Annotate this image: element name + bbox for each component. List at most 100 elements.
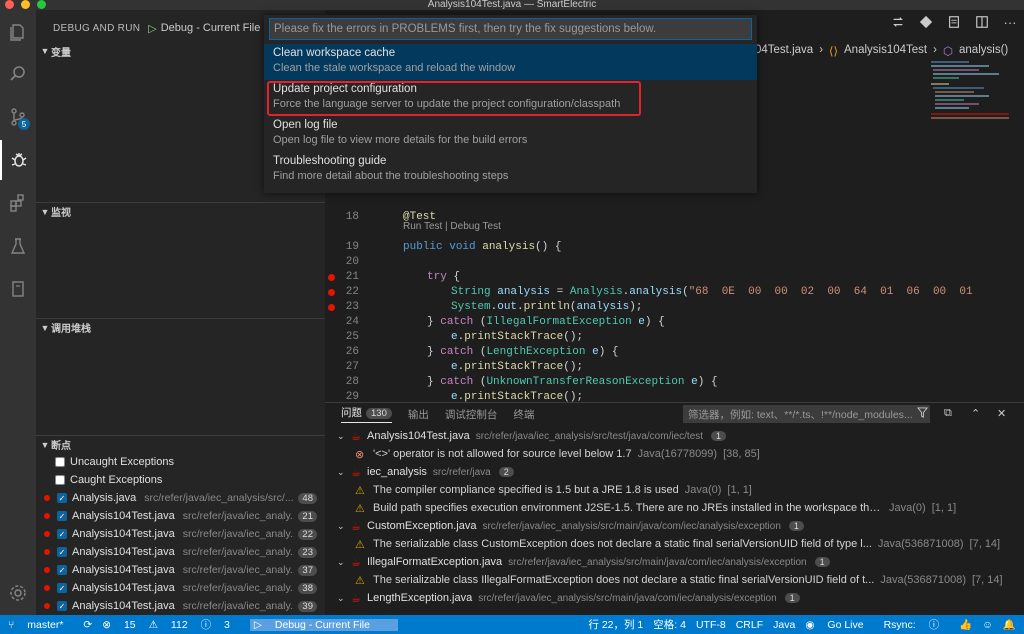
feedback-icon[interactable]: ☺ bbox=[982, 619, 993, 631]
breakpoint-caught[interactable]: Caught Exceptions bbox=[36, 471, 325, 489]
debug-config-select[interactable]: ▷ Debug - Current File ⌄ bbox=[148, 22, 272, 35]
minimize-window-icon[interactable] bbox=[21, 0, 30, 9]
section-watch[interactable]: ▼ 监视 bbox=[36, 202, 325, 220]
breakpoint-dot-icon[interactable] bbox=[328, 289, 335, 296]
tab-debug-console[interactable]: 调试控制台 bbox=[445, 407, 498, 422]
explorer-icon[interactable] bbox=[0, 12, 36, 52]
checkbox[interactable] bbox=[55, 475, 65, 485]
compare-icon[interactable] bbox=[890, 14, 906, 30]
encoding[interactable]: UTF-8 bbox=[696, 619, 726, 631]
checkbox[interactable]: ✓ bbox=[57, 601, 67, 611]
breadcrumb-file[interactable]: 04Test.java bbox=[755, 44, 813, 58]
minimap[interactable] bbox=[929, 60, 1014, 130]
breakpoint-item[interactable]: ✓ Analysis.java src/refer/java/iec_analysi… bbox=[36, 489, 325, 507]
problem-item[interactable]: ⊗ '<>' operator is not allowed for source… bbox=[325, 445, 1024, 463]
problem-item[interactable]: ⚠ The serializable class CustomException … bbox=[325, 535, 1024, 553]
breakpoint-item[interactable]: ✓ Analysis104Test.java src/refer/java/iec_… bbox=[36, 507, 325, 525]
checkbox[interactable]: ✓ bbox=[57, 565, 67, 575]
code-line[interactable]: 25 e.printStackTrace(); bbox=[325, 330, 925, 345]
breadcrumb-class[interactable]: Analysis104Test bbox=[844, 44, 927, 58]
code-line[interactable]: 24} catch (IllegalFormatException e) { bbox=[325, 315, 925, 330]
breadcrumb-method[interactable]: analysis() bbox=[959, 44, 1008, 58]
breakpoint-item[interactable]: ✓ Analysis104Test.java src/refer/java/iec_… bbox=[36, 525, 325, 543]
code-line[interactable]: 26} catch (LengthException e) { bbox=[325, 345, 925, 360]
rsync-status[interactable]: Rsync: ⓘ bbox=[884, 617, 950, 632]
collapse-all-icon[interactable]: ⧉ bbox=[944, 407, 952, 420]
checkbox[interactable]: ✓ bbox=[57, 547, 67, 557]
code-line[interactable]: 29 e.printStackTrace(); bbox=[325, 390, 925, 402]
code-line[interactable]: 21 try { bbox=[325, 270, 925, 285]
close-window-icon[interactable] bbox=[5, 0, 14, 9]
extensions-icon[interactable] bbox=[0, 183, 36, 223]
code-line[interactable]: 23 System.out.println(analysis); bbox=[325, 300, 925, 315]
breakpoint-dot-icon bbox=[44, 549, 50, 555]
breakpoint-item[interactable]: ✓ Analysis104Test.java src/refer/java/iec_… bbox=[36, 579, 325, 597]
code-line[interactable]: 27 e.printStackTrace(); bbox=[325, 360, 925, 375]
more-actions-icon[interactable]: ··· bbox=[1002, 14, 1018, 30]
problems-status[interactable]: ⊗ 15 ⚠ 112 ⓘ 3 bbox=[102, 617, 240, 632]
problem-item[interactable]: ⚠ Build path specifies execution environm… bbox=[325, 499, 1024, 517]
indentation[interactable]: 空格: 4 bbox=[653, 617, 686, 632]
git-diamond-icon[interactable] bbox=[918, 14, 934, 30]
bookmark-icon[interactable] bbox=[0, 269, 36, 309]
breakpoint-item[interactable]: ✓ Analysis104Test.java src/refer/java/iec_… bbox=[36, 561, 325, 579]
checkbox[interactable] bbox=[55, 457, 65, 467]
qp-open-log[interactable]: Open log file Open log file to view more… bbox=[264, 116, 757, 152]
filter-icon[interactable] bbox=[914, 407, 930, 421]
start-debug-icon[interactable]: ▷ bbox=[148, 22, 156, 35]
problems-filter-input[interactable]: 筛选器，例如: text、**/*.ts、!**/node_modules... bbox=[683, 405, 930, 423]
settings-gear-icon[interactable] bbox=[0, 573, 36, 613]
checkbox[interactable]: ✓ bbox=[57, 511, 67, 521]
language-mode[interactable]: Java bbox=[773, 619, 795, 631]
problem-item[interactable]: ⚠ The serializable class IllegalFormatExc… bbox=[325, 571, 1024, 589]
tab-problems[interactable]: 问题 130 bbox=[341, 405, 392, 423]
problem-file-group[interactable]: ⌄ ☕ LengthException.java src/refer/java/iec… bbox=[325, 589, 1024, 607]
breakpoint-uncaught[interactable]: Uncaught Exceptions bbox=[36, 453, 325, 471]
checkbox[interactable]: ✓ bbox=[57, 493, 67, 503]
qp-troubleshooting[interactable]: Troubleshooting guide Find more detail a… bbox=[264, 152, 757, 188]
code-line[interactable]: 20 bbox=[325, 255, 925, 270]
broadcast-icon: ◉ bbox=[805, 618, 815, 631]
sync-icon[interactable]: ⟳ bbox=[83, 619, 92, 631]
notifications-bell-icon[interactable]: 🔔 bbox=[1003, 618, 1016, 631]
code-line[interactable]: 28} catch (UnknownTransferReasonExceptio… bbox=[325, 375, 925, 390]
code-line[interactable]: 18 @Test bbox=[325, 210, 925, 225]
thumbs-up-icon[interactable]: 👍 bbox=[959, 618, 972, 631]
search-icon[interactable] bbox=[0, 54, 36, 94]
section-callstack[interactable]: ▼ 调用堆栈 bbox=[36, 318, 325, 336]
tab-terminal[interactable]: 终端 bbox=[513, 407, 534, 422]
problem-file-name: Analysis104Test.java bbox=[367, 430, 470, 442]
problem-file-group[interactable]: ⌄ ☕ Analysis104Test.java src/refer/java/iec… bbox=[325, 427, 1024, 445]
testing-flask-icon[interactable] bbox=[0, 226, 36, 266]
section-breakpoints[interactable]: ▼ 断点 bbox=[36, 435, 325, 453]
line-ending[interactable]: CRLF bbox=[736, 619, 763, 631]
debug-status[interactable]: ▷ Debug - Current File bbox=[249, 618, 398, 631]
problem-file-group[interactable]: ⌄ ☕ iec_analysis src/refer/java 2 bbox=[325, 463, 1024, 481]
code-line[interactable]: 22 String analysis = Analysis.analysis("6… bbox=[325, 285, 973, 300]
go-live-button[interactable]: ◉ Go Live bbox=[805, 619, 873, 631]
problem-item[interactable]: ⚠ The compiler compliance specified is 1.… bbox=[325, 481, 1024, 499]
line-number: 18 bbox=[345, 211, 359, 223]
maximize-panel-icon[interactable]: ⌃ bbox=[971, 407, 980, 420]
split-editor-icon[interactable] bbox=[974, 14, 990, 30]
problem-file-name: CustomException.java bbox=[367, 520, 477, 532]
problem-file-group[interactable]: ⌄ ☕ IllegalFormatException.java src/refer/j… bbox=[325, 553, 1024, 571]
breakpoint-dot-icon[interactable] bbox=[328, 304, 335, 311]
close-panel-icon[interactable]: ✕ bbox=[997, 407, 1006, 420]
zoom-window-icon[interactable] bbox=[37, 0, 46, 9]
problem-file-group[interactable]: ⌄ ☕ CustomException.java src/refer/java/iec… bbox=[325, 517, 1024, 535]
tab-output[interactable]: 输出 bbox=[408, 407, 429, 422]
breakpoint-item[interactable]: ✓ Analysis104Test.java src/refer/java/iec_… bbox=[36, 543, 325, 561]
cursor-position[interactable]: 行 22，列 1 bbox=[588, 617, 643, 632]
qp-clean-workspace[interactable]: Clean workspace cache Clean the stale wo… bbox=[264, 44, 757, 80]
branch-status[interactable]: ⑂ master* bbox=[8, 619, 73, 631]
code-line[interactable]: 19 public void analysis() { bbox=[325, 240, 925, 255]
breakpoint-item[interactable]: ✓ Analysis104Test.java src/refer/java/iec_… bbox=[36, 597, 325, 615]
quick-pick-input[interactable]: Please fix the errors in PROBLEMS first,… bbox=[269, 18, 752, 40]
checkbox[interactable]: ✓ bbox=[57, 583, 67, 593]
checkbox[interactable]: ✓ bbox=[57, 529, 67, 539]
open-preview-icon[interactable] bbox=[946, 14, 962, 30]
source-control-icon[interactable] bbox=[0, 97, 36, 137]
debug-icon[interactable] bbox=[0, 140, 36, 180]
breakpoint-dot-icon[interactable] bbox=[328, 274, 335, 281]
